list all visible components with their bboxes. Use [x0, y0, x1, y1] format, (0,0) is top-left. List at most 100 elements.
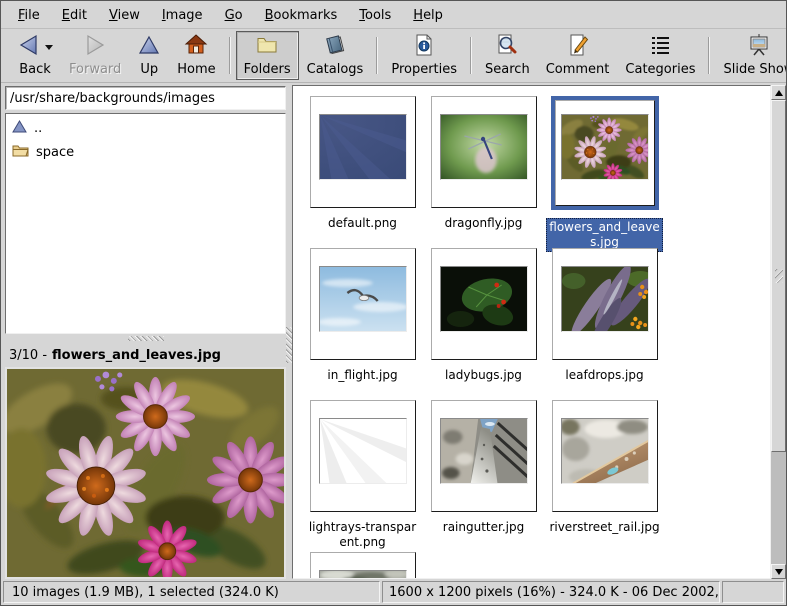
thumbnail-label: leafdrops.jpg [563, 367, 645, 384]
preview-image [5, 367, 286, 579]
scroll-up-arrow-icon [775, 90, 783, 96]
horizontal-splitter[interactable] [5, 334, 286, 343]
toolbar-separator [376, 37, 378, 74]
properties-icon [412, 33, 436, 61]
status-image-info: 1600 x 1200 pixels (16%) - 324.0 K - 06 … [382, 581, 720, 603]
thumbnail-image [561, 114, 649, 180]
menu-go[interactable]: Go [214, 4, 254, 27]
thumbnail-dragonfly[interactable]: dragonfly.jpg [423, 96, 544, 248]
categories-button[interactable]: Categories [617, 31, 703, 80]
thumbnail-raingutter[interactable]: raingutter.jpg [423, 400, 544, 552]
properties-button[interactable]: Properties [383, 31, 465, 80]
thumbnail-image [319, 418, 407, 484]
vertical-scrollbar[interactable] [771, 85, 786, 579]
selected-filename: flowers_and_leaves.jpg [52, 348, 221, 363]
scrollbar-thumb[interactable] [771, 100, 786, 452]
thumbnail-in-flight[interactable]: in_flight.jpg [302, 248, 423, 400]
categories-icon [648, 33, 672, 61]
thumbnail-card[interactable] [310, 248, 416, 360]
search-button[interactable]: Search [477, 31, 538, 80]
thumbnail-label: in_flight.jpg [325, 367, 399, 384]
thumbnail-image [319, 570, 407, 579]
menu-view[interactable]: View [98, 4, 151, 27]
status-file-count: 10 images (1.9 MB), 1 selected (324.0 K) [3, 581, 380, 603]
thumbnail-label: dragonfly.jpg [443, 215, 525, 232]
folder-list[interactable]: .. space [5, 113, 286, 334]
thumbnail-label: raingutter.jpg [441, 519, 526, 536]
thumbnail-label: ladybugs.jpg [443, 367, 524, 384]
location-input[interactable] [5, 86, 286, 110]
toolbar-separator [229, 37, 231, 74]
thumbnail-image [440, 418, 528, 484]
gthumb-window: File Edit View Image Go Bookmarks Tools … [0, 0, 787, 606]
search-icon [495, 33, 519, 61]
splitter-grip[interactable] [128, 336, 164, 341]
thumbnail-pane[interactable]: default.png dragonfly.jpg [292, 85, 771, 579]
back-dropdown-arrow[interactable] [45, 45, 53, 50]
image-position: 3/10 - [9, 348, 47, 363]
scroll-up-button[interactable] [771, 85, 786, 100]
thumbnail-card[interactable] [552, 400, 658, 512]
status-resize-area[interactable] [722, 581, 784, 603]
main-content: .. space 3/10 - flowers_and_leaves.jpg [1, 83, 786, 579]
scrollbar-track[interactable] [771, 452, 786, 564]
folders-icon [255, 33, 279, 61]
menu-edit[interactable]: Edit [51, 4, 98, 27]
menu-file[interactable]: File [7, 4, 51, 27]
menu-bookmarks[interactable]: Bookmarks [254, 4, 349, 27]
thumbnail-default[interactable]: default.png [302, 96, 423, 248]
up-icon [137, 33, 161, 61]
forward-button[interactable]: Forward [61, 31, 129, 80]
menu-help[interactable]: Help [402, 4, 454, 27]
slideshow-button[interactable]: Slide Show [715, 31, 787, 80]
thumbnail-riverstreet-rail[interactable]: riverstreet_rail.jpg [544, 400, 665, 552]
thumbnail-ladybugs[interactable]: ladybugs.jpg [423, 248, 544, 400]
thumbnail-label: default.png [326, 215, 399, 232]
thumbnail-flowers-and-leaves[interactable]: flowers_and_leaves.jpg [544, 96, 665, 248]
menu-tools[interactable]: Tools [348, 4, 402, 27]
thumbnail-grid: default.png dragonfly.jpg [293, 86, 770, 579]
left-panel: .. space 3/10 - flowers_and_leaves.jpg [5, 83, 286, 579]
thumbnail-image [561, 418, 649, 484]
folders-button[interactable]: Folders [236, 31, 299, 80]
up-button[interactable]: Up [129, 31, 169, 80]
thumbnail-partial[interactable] [302, 552, 423, 579]
toolbar-separator [470, 37, 472, 74]
folder-icon [12, 143, 29, 161]
thumbnail-card[interactable] [431, 248, 537, 360]
back-icon [17, 33, 41, 61]
menubar: File Edit View Image Go Bookmarks Tools … [1, 1, 786, 29]
thumbnail-card[interactable] [555, 100, 655, 206]
thumbnail-card[interactable] [552, 248, 658, 360]
comment-button[interactable]: Comment [538, 31, 618, 80]
comment-icon [566, 33, 590, 61]
back-button[interactable]: Back [9, 31, 61, 80]
thumbnail-label: lightrays-transparent.png [304, 519, 421, 551]
forward-icon [83, 33, 107, 61]
catalogs-button[interactable]: Catalogs [299, 31, 372, 80]
toolbar: Back Forward Up Home [1, 29, 786, 83]
folder-item-up[interactable]: .. [6, 117, 285, 140]
thumbnail-card[interactable] [431, 96, 537, 208]
thumbnail-card[interactable] [310, 96, 416, 208]
menu-image[interactable]: Image [151, 4, 214, 27]
catalogs-icon [323, 33, 347, 61]
toolbar-separator [708, 37, 710, 74]
thumbnail-leafdrops[interactable]: leafdrops.jpg [544, 248, 665, 400]
scroll-down-arrow-icon [775, 569, 783, 575]
scroll-down-button[interactable] [771, 564, 786, 579]
thumbnail-image [319, 114, 407, 180]
folder-item-space[interactable]: space [6, 140, 285, 164]
thumbnail-label: flowers_and_leaves.jpg [546, 218, 663, 252]
thumbnail-card[interactable] [310, 400, 416, 512]
home-button[interactable]: Home [169, 31, 223, 80]
thumbnail-image [440, 114, 528, 180]
thumbnail-lightrays[interactable]: lightrays-transparent.png [302, 400, 423, 552]
thumbnail-label: riverstreet_rail.jpg [547, 519, 661, 536]
thumbnail-card[interactable] [431, 400, 537, 512]
up-folder-icon [12, 120, 27, 137]
thumbnail-image [440, 266, 528, 332]
home-icon [184, 33, 208, 61]
thumbnail-card[interactable] [310, 552, 416, 579]
thumbnail-image [319, 266, 407, 332]
